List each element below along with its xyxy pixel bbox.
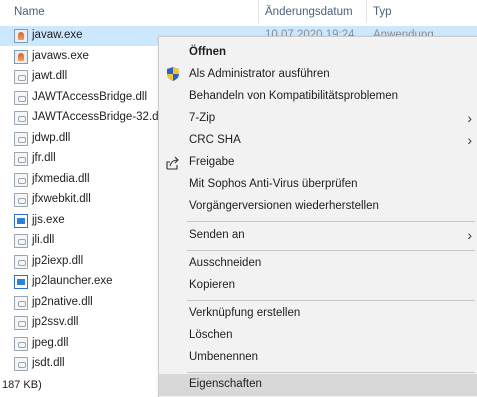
dll-file-icon (14, 111, 28, 125)
file-name: JAWTAccessBridge-32.d (32, 111, 159, 123)
chevron-right-icon: › (467, 110, 472, 126)
context-menu: Öffnen Als Administrator ausführen Behan… (158, 36, 477, 397)
menu-item-share[interactable]: Freigabe (159, 152, 477, 174)
dll-file-icon (14, 336, 28, 351)
file-name: jpeg.dll (32, 336, 69, 349)
menu-label: Umbenennen (189, 351, 259, 363)
menu-label: CRC SHA (189, 134, 241, 146)
menu-item-7zip[interactable]: 7-Zip › (159, 108, 477, 130)
menu-separator (187, 372, 475, 373)
dll-file-icon (14, 172, 28, 187)
menu-item-copy[interactable]: Kopieren (159, 275, 477, 297)
menu-item-open[interactable]: Öffnen (159, 42, 477, 64)
menu-label: Ausschneiden (189, 257, 262, 269)
file-name: jdwp.dll (32, 131, 71, 144)
menu-label: Freigabe (189, 156, 235, 168)
menu-label: Öffnen (189, 46, 227, 58)
file-name: jfr.dll (32, 152, 56, 164)
menu-label: Eigenschaften (189, 378, 262, 390)
column-divider[interactable] (258, 0, 259, 23)
menu-item-troubleshoot-compatibility[interactable]: Behandeln von Kompatibilitätsproblemen (159, 86, 477, 108)
menu-label: Vorgängerversionen wiederherstellen (189, 200, 379, 212)
file-name: jp2ssv.dll (32, 316, 79, 328)
dll-file-icon (14, 152, 28, 166)
chevron-right-icon: › (467, 132, 472, 148)
dll-file-icon (14, 234, 28, 248)
file-name: jjs.exe (32, 213, 65, 226)
column-name-header[interactable]: Name (14, 6, 45, 18)
column-header: Name Änderungsdatum Typ (0, 0, 477, 23)
menu-label: Löschen (189, 329, 233, 341)
dll-file-icon (14, 254, 28, 269)
menu-label: 7-Zip (189, 112, 216, 124)
menu-label: Kopieren (189, 279, 236, 291)
menu-item-run-as-admin[interactable]: Als Administrator ausführen (159, 64, 477, 86)
dll-file-icon (14, 316, 28, 330)
file-name: javaw.exe (32, 29, 83, 41)
menu-item-create-shortcut[interactable]: Verknüpfung erstellen (159, 303, 477, 325)
exe-window-icon (14, 213, 28, 228)
dll-file-icon (14, 295, 28, 310)
file-name: jfxwebkit.dll (32, 193, 91, 205)
dll-file-icon (14, 131, 28, 146)
dll-file-icon (14, 357, 28, 371)
file-name: jp2native.dll (32, 295, 93, 308)
uac-shield-icon (167, 67, 179, 81)
column-date-header[interactable]: Änderungsdatum (265, 6, 353, 18)
file-name: jp2iexp.dll (32, 254, 84, 267)
menu-label: Verknüpfung erstellen (189, 307, 301, 319)
dll-file-icon (14, 193, 28, 207)
file-name: jli.dll (32, 234, 55, 246)
menu-label: Senden an (189, 229, 245, 241)
menu-separator (187, 250, 475, 251)
exe-window-icon (14, 275, 28, 289)
menu-item-rename[interactable]: Umbenennen (159, 347, 477, 369)
menu-label: Als Administrator ausführen (189, 68, 330, 80)
file-name: jfxmedia.dll (32, 172, 90, 185)
menu-separator (187, 221, 475, 222)
chevron-right-icon: › (467, 227, 472, 243)
menu-item-sophos-scan[interactable]: Mit Sophos Anti-Virus überprüfen (159, 174, 477, 196)
menu-label: Mit Sophos Anti-Virus überprüfen (189, 178, 358, 190)
menu-item-crc-sha[interactable]: CRC SHA › (159, 130, 477, 152)
file-name: jsdt.dll (32, 357, 65, 369)
file-name: jawt.dll (32, 70, 68, 82)
menu-item-restore-previous-versions[interactable]: Vorgängerversionen wiederherstellen (159, 196, 477, 218)
dll-file-icon (14, 90, 28, 105)
file-name: jp2launcher.exe (32, 275, 113, 287)
file-name: JAWTAccessBridge.dll (32, 90, 148, 103)
menu-item-send-to[interactable]: Senden an › (159, 225, 477, 247)
dll-file-icon (14, 70, 28, 84)
column-divider[interactable] (366, 0, 367, 23)
menu-label: Behandeln von Kompatibilitätsproblemen (189, 90, 399, 102)
share-icon (166, 156, 179, 170)
java-exe-icon (14, 49, 28, 64)
status-bar-text: 187 KB) (2, 379, 42, 391)
menu-item-delete[interactable]: Löschen (159, 325, 477, 347)
column-type-header[interactable]: Typ (373, 6, 392, 18)
menu-item-cut[interactable]: Ausschneiden (159, 253, 477, 275)
menu-separator (187, 300, 475, 301)
menu-item-properties[interactable]: Eigenschaften (159, 374, 477, 396)
file-name: javaws.exe (32, 49, 89, 62)
java-exe-icon (14, 29, 28, 43)
